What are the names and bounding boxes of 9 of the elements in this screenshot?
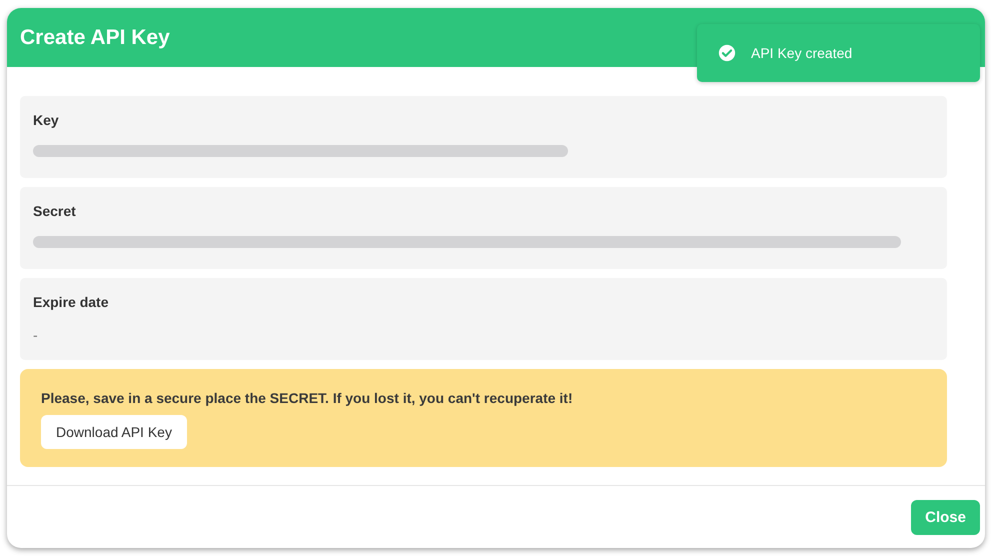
dialog-title: Create API Key xyxy=(20,26,170,50)
warning-message: Please, save in a secure place the SECRET. If you lost it, you can't recuperate it! xyxy=(41,390,573,406)
toast-message: API Key created xyxy=(751,45,852,61)
field-label: Secret xyxy=(33,203,77,219)
download-button[interactable]: Download API Key xyxy=(41,415,187,449)
field-label: Key xyxy=(33,112,60,128)
check-circle-icon xyxy=(718,44,736,62)
field-value: - xyxy=(33,327,39,343)
field-label: Expire date xyxy=(33,294,110,310)
